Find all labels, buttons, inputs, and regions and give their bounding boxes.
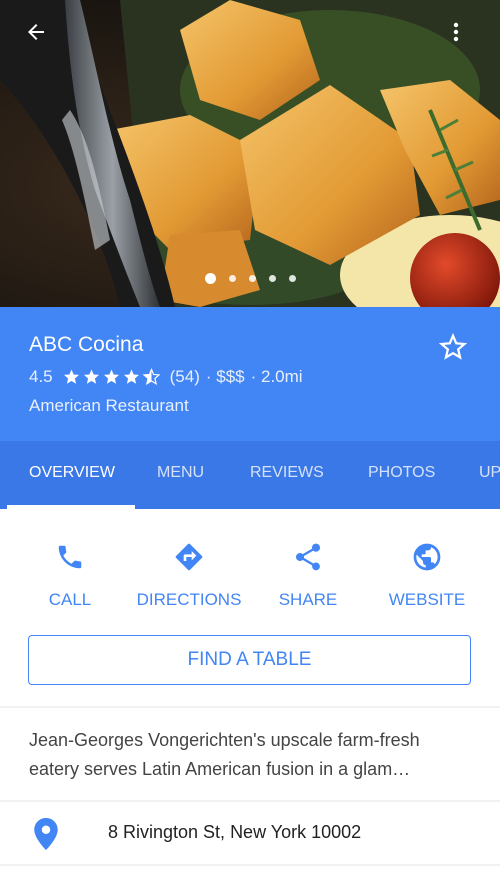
directions-icon [175,543,203,571]
share-button[interactable]: SHARE [248,537,368,610]
rating-stars [62,368,162,386]
rating-row: 4.5 (54) · $$$ · 2.0mi [29,367,303,387]
website-button[interactable]: WEBSITE [367,537,487,610]
find-a-table-button[interactable]: FIND A TABLE [28,635,471,685]
website-label: WEBSITE [388,590,466,609]
tab-overview[interactable]: OVERVIEW [29,441,115,509]
star-outline-icon [438,332,468,360]
next-row-partial [0,866,500,893]
address-row[interactable]: 8 Rivington St, New York 10002 [0,802,500,864]
call-button[interactable]: CALL [10,537,130,610]
directions-label: DIRECTIONS [136,590,242,609]
tab-photos[interactable]: PHOTOS [368,441,435,509]
back-arrow-icon [28,24,44,40]
more-options-button[interactable] [444,20,484,60]
carousel-dot[interactable] [268,275,276,282]
star-half-icon [142,368,161,385]
tab-bar: OVERVIEW MENU REVIEWS PHOTOS UP [0,441,500,509]
share-label: SHARE [278,590,338,609]
star-filled-icon [83,369,99,384]
carousel-dot[interactable] [248,275,256,282]
hero-photo[interactable] [0,0,500,307]
location-pin-icon [34,818,58,850]
save-star-button[interactable] [436,330,470,364]
place-description: Jean-Georges Vongerichten's upscale farm… [29,730,420,779]
address-text: 8 Rivington St, New York 10002 [108,822,362,842]
phone-icon [58,545,82,569]
place-header: ABC Cocina 4.5 (54) · $$$ · 2.0mi Americ… [0,307,500,441]
star-filled-icon [123,369,139,384]
action-panel: CALL DIRECTIONS SHARE WEBSITE FIND A TAB… [0,509,500,706]
tab-updates[interactable]: UP [479,441,500,509]
call-label: CALL [48,590,92,609]
description-card[interactable]: Jean-Georges Vongerichten's upscale farm… [0,708,500,800]
tab-menu[interactable]: MENU [157,441,204,509]
food-photo-illustration [0,0,500,307]
star-filled-icon [63,369,79,384]
distance: · 2.0mi [250,367,303,386]
carousel-dot[interactable] [288,275,296,282]
photo-carousel-indicator [0,273,500,284]
review-count[interactable]: (54) [170,367,200,387]
share-icon [295,543,321,571]
back-button[interactable] [24,20,64,60]
star-filled-icon [103,369,119,384]
directions-button[interactable]: DIRECTIONS [129,537,249,610]
globe-icon [413,543,441,571]
more-vert-icon [453,22,459,42]
carousel-dot[interactable] [204,273,216,284]
tab-reviews[interactable]: REVIEWS [250,441,324,509]
price-level: · $$$ [205,367,245,386]
place-category: American Restaurant [29,396,189,415]
carousel-dot[interactable] [228,275,236,282]
rating-value: 4.5 [29,367,53,386]
place-name: ABC Cocina [29,333,144,356]
